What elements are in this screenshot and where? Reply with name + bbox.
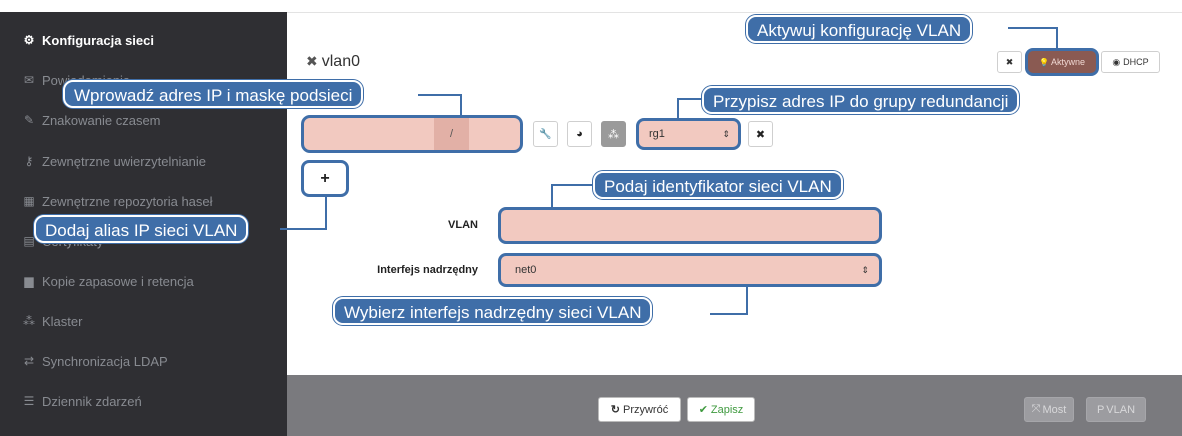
revert-button[interactable]: ↻ Przywróć (598, 397, 681, 422)
netmask-input[interactable] (469, 118, 520, 150)
active-toggle-button[interactable]: 💡 Aktywne (1025, 48, 1099, 76)
edit-icon: ✎ (23, 113, 35, 127)
callout-line (280, 228, 327, 230)
exchange-icon: ⇄ (23, 354, 35, 368)
save-button[interactable]: ✔ Zapisz (687, 397, 755, 422)
globe-button[interactable]: ◕ (567, 121, 592, 147)
plus-icon: + (320, 169, 330, 187)
dhcp-button[interactable]: ◉ DHCP (1101, 51, 1160, 73)
parent-interface-value: net0 (515, 264, 537, 276)
bridge-label: Most (1042, 403, 1067, 416)
dhcp-label: DHCP (1123, 57, 1149, 67)
callout-ip-mask: Wprowadź adres IP i maskę podsieci (63, 80, 364, 108)
callout-line (677, 98, 679, 119)
redundancy-group-select[interactable]: rg1 ⇕ (636, 118, 741, 150)
callout-line (1008, 27, 1058, 29)
callout-parent-interface: Wybierz interfejs nadrzędny sieci VLAN (333, 297, 653, 325)
callout-add-alias: Dodaj alias IP sieci VLAN (34, 215, 249, 243)
parent-interface-select[interactable]: net0 ⇕ (498, 253, 882, 287)
page-title-text: vlan0 (321, 53, 360, 70)
sidebar-item-password-repos[interactable]: ▦ Zewnętrzne repozytoria haseł (22, 190, 213, 212)
select-arrows-icon: ⇕ (861, 265, 869, 275)
add-alias-button[interactable]: + (301, 160, 349, 197)
vlan-label: VLAN (448, 219, 478, 231)
vlan-id-input[interactable] (498, 207, 882, 244)
dhcp-icon: ◉ (1112, 56, 1121, 67)
sidebar-item-label: Synchronizacja LDAP (42, 353, 168, 369)
sidebar-item-timestamping[interactable]: ✎ Znakowanie czasem (22, 109, 161, 131)
sitemap-icon: ⁂ (23, 314, 35, 328)
footer-bar: ↻ Przywróć ✔ Zapisz ⤧ Most P VLAN (287, 375, 1182, 436)
sidebar-item-label: Zewnętrzne uwierzytelnianie (42, 153, 207, 169)
parent-interface-label: Interfejs nadrzędny (377, 264, 478, 276)
grid-icon: ▦ (23, 194, 35, 208)
remove-ip-button[interactable]: ✖ (748, 121, 773, 147)
check-icon: ✔ (698, 404, 708, 416)
key-icon: ⚷ (24, 154, 34, 168)
sidebar-item-label: Dziennik zdarzeń (42, 393, 142, 409)
wrench-button[interactable]: 🔧 (533, 121, 558, 147)
sidebar-item-label: Kopie zapasowe i retencja (42, 273, 194, 289)
sidebar-item-cluster[interactable]: ⁂ Klaster (22, 310, 82, 332)
refresh-icon: ↻ (610, 404, 620, 416)
callout-vlan-id: Podaj identyfikator sieci VLAN (593, 171, 843, 199)
callout-redundancy-group: Przypisz adres IP do grupy redundancji (702, 86, 1020, 114)
gears-icon: ⚙ (23, 33, 35, 47)
divider (287, 12, 1182, 13)
callout-line (746, 286, 748, 315)
callout-line (325, 196, 327, 230)
wrench-icon: 🔧 (539, 128, 552, 140)
sitemap-button[interactable]: ⁂ (601, 121, 626, 147)
callout-line (710, 313, 748, 315)
globe-icon: ◕ (576, 128, 583, 140)
netmask-separator: / (434, 118, 469, 150)
list-icon: ☰ (23, 394, 35, 408)
sidebar-item-label: Znakowanie czasem (42, 112, 161, 128)
archive-icon: ▆ (24, 274, 34, 288)
callout-line (460, 94, 462, 116)
sidebar-item-backups[interactable]: ▆ Kopie zapasowe i retencja (22, 270, 194, 292)
close-icon: ✖ (755, 128, 766, 141)
callout-line (418, 94, 462, 96)
sidebar-item-external-auth[interactable]: ⚷ Zewnętrzne uwierzytelnianie (22, 150, 206, 172)
active-label: Aktywne (1050, 57, 1085, 67)
bridge-button[interactable]: ⤧ Most (1024, 397, 1074, 422)
vlan-button[interactable]: P VLAN (1086, 397, 1146, 422)
ip-address-group: / (301, 115, 523, 153)
revert-label: Przywróć (622, 403, 669, 416)
vlan-button-icon: P (1096, 403, 1105, 416)
callout-activate-vlan: Aktywuj konfigurację VLAN (746, 15, 973, 43)
remove-button[interactable]: ✖ (997, 51, 1022, 73)
select-arrows-icon: ⇕ (722, 129, 730, 139)
callout-line (1056, 27, 1058, 49)
sidebar-item-label: Zewnętrzne repozytoria haseł (42, 193, 213, 209)
bridge-icon: ⤧ (1031, 403, 1041, 415)
save-label: Zapisz (710, 403, 744, 416)
sitemap-icon: ⁂ (608, 128, 619, 141)
sidebar-item-label: Konfiguracja sieci (42, 32, 154, 48)
page-title: ✖ vlan0 (306, 53, 360, 71)
ip-address-input[interactable] (304, 118, 434, 150)
redundancy-value: rg1 (649, 128, 665, 140)
sidebar-item-label: Klaster (42, 313, 83, 329)
callout-line (551, 184, 553, 208)
sidebar-item-ldap-sync[interactable]: ⇄ Synchronizacja LDAP (22, 350, 168, 372)
sidebar-item-network-config[interactable]: ⚙ Konfiguracja sieci (22, 29, 154, 51)
sidebar-item-event-log[interactable]: ☰ Dziennik zdarzeń (22, 390, 142, 412)
vlan-button-label: VLAN (1106, 403, 1136, 416)
lightbulb-icon: 💡 (1039, 57, 1049, 67)
envelope-icon: ✉ (23, 73, 35, 87)
close-icon[interactable]: ✖ (306, 53, 318, 69)
close-icon: ✖ (1005, 56, 1014, 67)
